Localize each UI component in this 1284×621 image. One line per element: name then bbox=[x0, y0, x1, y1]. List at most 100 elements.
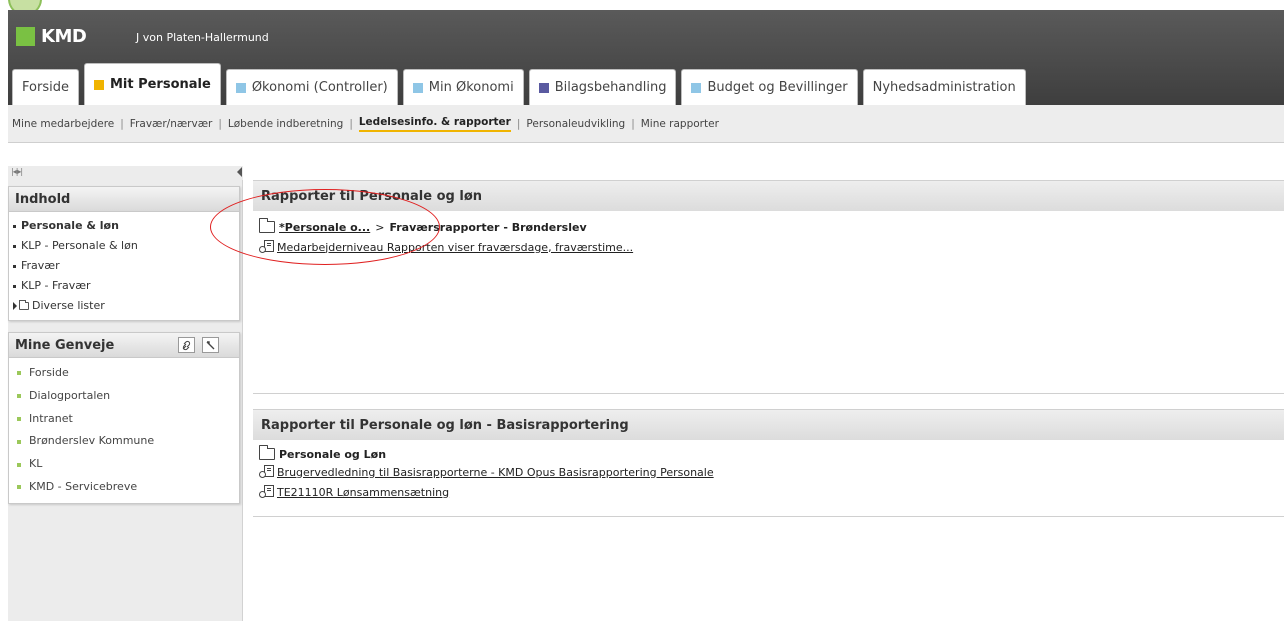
report-panel-basis: Rapporter til Personale og løn - Basisra… bbox=[253, 409, 1284, 517]
genvej-item[interactable]: Dialogportalen bbox=[17, 385, 239, 408]
folder-icon bbox=[259, 218, 275, 233]
bullet-icon bbox=[17, 439, 21, 444]
sidebar-collapse-bar: |◂|▸| bbox=[8, 166, 243, 180]
report-link[interactable]: Medarbejderniveau Rapporten viser fravær… bbox=[277, 241, 633, 254]
bullet-icon bbox=[13, 244, 16, 248]
indhold-item[interactable]: Personale & løn bbox=[13, 216, 239, 236]
genvej-label: KL bbox=[29, 457, 43, 471]
subnav-separator: | bbox=[120, 117, 124, 130]
indhold-item-label: Personale & løn bbox=[21, 219, 119, 232]
tab-label: Min Økonomi bbox=[428, 80, 514, 95]
genveje-title: Mine Genveje bbox=[15, 337, 115, 353]
tab-label: Økonomi (Controller) bbox=[251, 80, 388, 95]
folder-label: Personale og Løn bbox=[279, 447, 387, 461]
subnav-item[interactable]: Personaleudvikling bbox=[526, 118, 625, 130]
subnav-item[interactable]: Mine rapporter bbox=[641, 118, 719, 130]
collapse-arrow-icon[interactable] bbox=[237, 167, 242, 177]
folder-icon bbox=[259, 445, 275, 460]
genvej-label: Brønderslev Kommune bbox=[29, 434, 155, 448]
breadcrumb-link[interactable]: *Personale o... bbox=[279, 221, 370, 234]
report-icon bbox=[259, 240, 274, 254]
subnav-separator: | bbox=[218, 117, 222, 130]
expand-arrow-icon[interactable] bbox=[13, 302, 17, 310]
tab-color-icon bbox=[235, 82, 246, 93]
bullet-icon bbox=[17, 485, 21, 490]
genvej-item[interactable]: Forside bbox=[17, 362, 239, 385]
tab-color-icon bbox=[538, 82, 549, 93]
subnav-separator: | bbox=[631, 117, 635, 130]
breadcrumb: *Personale o... > Fraværsrapporter - Brø… bbox=[253, 217, 1284, 237]
subnav-item[interactable]: Fravær/nærvær bbox=[130, 118, 213, 130]
tab-label: Budget og Bevillinger bbox=[707, 80, 848, 95]
tab-label: Forside bbox=[22, 80, 69, 95]
breadcrumb-current: Fraværsrapporter - Brønderslev bbox=[389, 220, 587, 234]
genveje-header: Mine Genveje bbox=[9, 333, 239, 358]
indhold-item-label: KLP - Personale & løn bbox=[21, 239, 138, 252]
logo-text: KMD bbox=[41, 26, 87, 47]
indhold-item[interactable]: KLP - Fravær bbox=[13, 276, 239, 296]
subnav-item[interactable]: Ledelsesinfo. & rapporter bbox=[358, 116, 511, 132]
tab-color-icon bbox=[691, 82, 702, 93]
report-row: Brugervedledning til Basisrapporterne - … bbox=[253, 462, 1284, 482]
indhold-item-label: KLP - Fravær bbox=[21, 279, 91, 292]
wrench-icon[interactable] bbox=[202, 337, 219, 353]
report-link[interactable]: TE21110R Lønsammensætning bbox=[277, 486, 449, 499]
bullet-icon bbox=[13, 284, 16, 288]
tab-budget-og-bevillinger[interactable]: Budget og Bevillinger bbox=[681, 69, 858, 105]
kmd-logo: KMD bbox=[16, 26, 87, 47]
folder-row[interactable]: Personale og Løn bbox=[253, 444, 1284, 464]
sub-navigation: Mine medarbejdere | Fravær/nærvær | Løbende … bbox=[8, 105, 1284, 143]
main-tabs: Forside Mit Personale Økonomi (Controller)… bbox=[12, 63, 1031, 105]
genveje-list: Forside Dialogportalen Intranet Brønderslev… bbox=[9, 358, 239, 499]
left-sidebar: |◂|▸| Indhold Personale & løn KLP - Perso… bbox=[8, 166, 243, 621]
subnav-item[interactable]: Mine medarbejdere bbox=[12, 118, 114, 130]
bullet-icon bbox=[13, 264, 16, 268]
indhold-folder-item[interactable]: Diverse lister bbox=[13, 296, 239, 316]
tab-min-økonomi[interactable]: Min Økonomi bbox=[402, 69, 524, 105]
report-link[interactable]: Brugervedledning til Basisrapporterne - … bbox=[277, 466, 714, 479]
report-list: Medarbejderniveau Rapporten viser fravær… bbox=[253, 237, 1284, 257]
report-icon bbox=[259, 465, 274, 479]
genvej-item[interactable]: Brønderslev Kommune bbox=[17, 430, 239, 453]
genvej-item[interactable]: KL bbox=[17, 453, 239, 476]
report-panel-basis-title: Rapporter til Personale og løn - Basisra… bbox=[253, 410, 1284, 440]
genvej-item[interactable]: Intranet bbox=[17, 408, 239, 431]
tab-forside[interactable]: Forside bbox=[12, 69, 79, 105]
user-name: J von Platen-Hallermund bbox=[136, 31, 269, 44]
tab-color-icon bbox=[412, 82, 423, 93]
genvej-label: Intranet bbox=[29, 411, 73, 425]
genveje-panel: Mine Genveje Forside Dialogportalen Intran… bbox=[8, 332, 240, 504]
genvej-label: Forside bbox=[29, 366, 69, 379]
subnav-item[interactable]: Løbende indberetning bbox=[228, 118, 343, 130]
tab-nyhedsadministration[interactable]: Nyhedsadministration bbox=[862, 69, 1026, 105]
report-panel-personale-title: Rapporter til Personale og løn bbox=[253, 181, 1284, 211]
indhold-panel: Indhold Personale & løn KLP - Personale &… bbox=[8, 186, 240, 321]
genvej-label: Dialogportalen bbox=[29, 388, 111, 402]
link-icon[interactable] bbox=[178, 337, 195, 353]
report-panel-personale: Rapporter til Personale og løn *Personal… bbox=[253, 180, 1284, 394]
bullet-icon bbox=[17, 394, 21, 399]
indhold-folder-label: Diverse lister bbox=[32, 299, 105, 312]
tab-label: Bilagsbehandling bbox=[554, 80, 667, 95]
folder-icon bbox=[19, 300, 29, 310]
bullet-icon bbox=[17, 462, 21, 467]
indhold-list: Personale & løn KLP - Personale & løn Frav… bbox=[9, 212, 239, 316]
indhold-item[interactable]: Fravær bbox=[13, 256, 239, 276]
tab-bilagsbehandling[interactable]: Bilagsbehandling bbox=[528, 69, 677, 105]
indhold-item[interactable]: KLP - Personale & løn bbox=[13, 236, 239, 256]
tab-mit-personale[interactable]: Mit Personale bbox=[83, 63, 221, 105]
tab-label: Mit Personale bbox=[109, 77, 211, 92]
subnav-separator: | bbox=[349, 117, 353, 130]
genvej-item[interactable]: KMD - Servicebreve bbox=[17, 476, 239, 499]
report-icon bbox=[259, 485, 274, 499]
sidebar-pager-controls[interactable]: |◂|▸| bbox=[11, 167, 23, 176]
bullet-icon bbox=[17, 371, 21, 376]
subnav-separator: | bbox=[516, 117, 521, 130]
top-header: KMD J von Platen-Hallermund Forside Mit P… bbox=[8, 10, 1284, 105]
report-list: Brugervedledning til Basisrapporterne - … bbox=[253, 462, 1284, 502]
report-row: TE21110R Lønsammensætning bbox=[253, 482, 1284, 502]
indhold-item-label: Fravær bbox=[21, 259, 60, 272]
logo-square-icon bbox=[16, 27, 35, 46]
tab-økonomi-controller-[interactable]: Økonomi (Controller) bbox=[225, 69, 398, 105]
tab-label: Nyhedsadministration bbox=[872, 80, 1016, 95]
